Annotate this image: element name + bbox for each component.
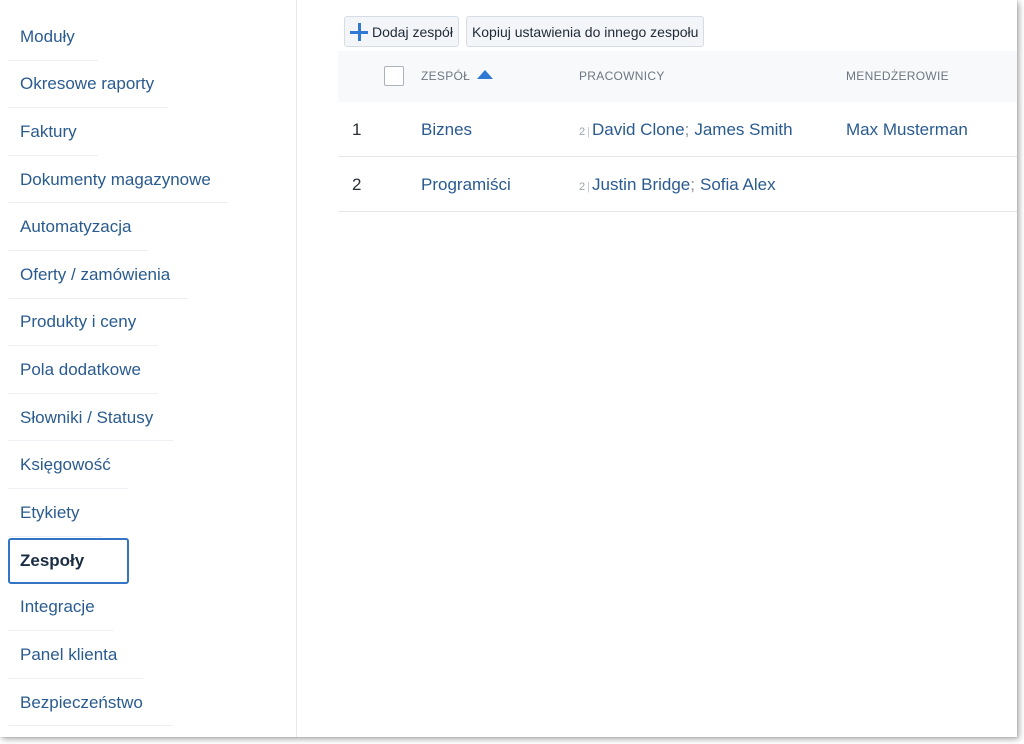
count-divider: | [587, 126, 590, 138]
workers-count: 2 [579, 126, 586, 138]
sidebar-item-bezpieczenstwo[interactable]: Bezpieczeństwo [8, 679, 248, 727]
worker-separator: ; [684, 120, 690, 139]
sidebar-item-label: Etykiety [20, 502, 80, 522]
toolbar: Dodaj zespół Kopiuj ustawienia do innego… [344, 16, 705, 47]
column-header-team-label: ZESPÓŁ [421, 69, 471, 83]
row-number: 1 [352, 120, 362, 139]
sidebar-item-etykiety[interactable]: Etykiety [8, 489, 248, 537]
worker-link[interactable]: Sofia Alex [700, 175, 776, 194]
row-number: 2 [352, 175, 362, 194]
sidebar-item-label: Panel klienta [20, 644, 118, 664]
sidebar-item-label: Dokumenty magazynowe [20, 169, 211, 189]
sidebar-item-label: Oferty / zamówienia [20, 264, 171, 284]
add-team-button[interactable]: Dodaj zespół [344, 16, 459, 47]
table-row: 1 Biznes 2 | David Clone; James Smith Max M… [338, 102, 1017, 157]
add-team-button-label: Dodaj zespół [372, 23, 453, 40]
sidebar-item-oferty-zamowienia[interactable]: Oferty / zamówienia [8, 251, 248, 299]
sidebar-item-pola-dodatkowe[interactable]: Pola dodatkowe [8, 346, 248, 394]
plus-icon [350, 22, 368, 41]
count-divider: | [587, 181, 590, 193]
sidebar-item-zespoly[interactable]: Zespoły [8, 537, 129, 584]
main-content: Dodaj zespół Kopiuj ustawienia do innego… [297, 0, 1017, 737]
sidebar-item-label: Produkty i ceny [20, 312, 137, 332]
team-name-link[interactable]: Biznes [421, 120, 472, 140]
settings-sidebar: Moduły Okresowe raporty Faktury Dokument… [0, 0, 297, 737]
sidebar-item-label: Bezpieczeństwo [20, 692, 143, 712]
worker-link[interactable]: Justin Bridge [592, 175, 690, 194]
worker-link[interactable]: James Smith [694, 120, 792, 139]
sidebar-item-dokumenty-magazynowe[interactable]: Dokumenty magazynowe [8, 156, 248, 204]
sidebar-item-label: Automatyzacja [20, 217, 132, 237]
sort-up-icon [477, 70, 494, 79]
column-header-team[interactable]: ZESPÓŁ [421, 69, 494, 83]
sidebar-divider [8, 535, 103, 537]
table-header: ZESPÓŁ PRACOWNICY MENEDŻEROWIE [338, 51, 1017, 102]
column-header-workers: PRACOWNICY [579, 69, 665, 83]
manager-link[interactable]: Max Musterman [846, 120, 968, 140]
sidebar-item-moduly[interactable]: Moduły [8, 13, 248, 61]
workers-cell: 2 | Justin Bridge; Sofia Alex [579, 175, 776, 195]
teams-table: ZESPÓŁ PRACOWNICY MENEDŻEROWIE 1 Biznes … [338, 51, 1017, 212]
column-header-managers: MENEDŻEROWIE [846, 69, 949, 83]
team-name-link[interactable]: Programiści [421, 175, 511, 195]
sidebar-item-automatyzacja[interactable]: Automatyzacja [8, 203, 248, 251]
copy-settings-button-label: Kopiuj ustawienia do innego zespołu [471, 23, 699, 40]
sidebar-item-produkty-i-ceny[interactable]: Produkty i ceny [8, 299, 248, 347]
workers-cell: 2 | David Clone; James Smith [579, 120, 793, 140]
sidebar-list: Moduły Okresowe raporty Faktury Dokument… [8, 13, 248, 727]
select-all-checkbox[interactable] [384, 66, 404, 86]
sidebar-item-panel-klienta[interactable]: Panel klienta [8, 631, 248, 679]
sidebar-divider [8, 725, 173, 727]
sidebar-item-label: Okresowe raporty [20, 74, 155, 94]
worker-link[interactable]: David Clone [592, 120, 685, 139]
sidebar-item-okresowe-raporty[interactable]: Okresowe raporty [8, 61, 248, 109]
sidebar-item-label: Pola dodatkowe [20, 359, 141, 379]
sidebar-item-faktury[interactable]: Faktury [8, 108, 248, 156]
window: Moduły Okresowe raporty Faktury Dokument… [0, 0, 1017, 737]
sidebar-item-label: Integracje [20, 597, 95, 617]
workers-count: 2 [579, 181, 586, 193]
sidebar-item-label: Faktury [20, 121, 77, 141]
sidebar-item-slowniki-statusy[interactable]: Słowniki / Statusy [8, 394, 248, 442]
sidebar-item-integracje[interactable]: Integracje [8, 584, 248, 632]
sidebar-item-ksiegowosc[interactable]: Księgowość [8, 441, 248, 489]
sidebar-item-label: Księgowość [20, 455, 111, 475]
sidebar-item-label: Moduły [20, 26, 75, 46]
worker-separator: ; [690, 175, 695, 194]
copy-settings-button[interactable]: Kopiuj ustawienia do innego zespołu [465, 16, 705, 47]
table-row: 2 Programiści 2 | Justin Bridge; Sofia Alex [338, 157, 1017, 212]
sidebar-item-label: Słowniki / Statusy [20, 407, 154, 427]
sidebar-item-label: Zespoły [20, 550, 85, 570]
